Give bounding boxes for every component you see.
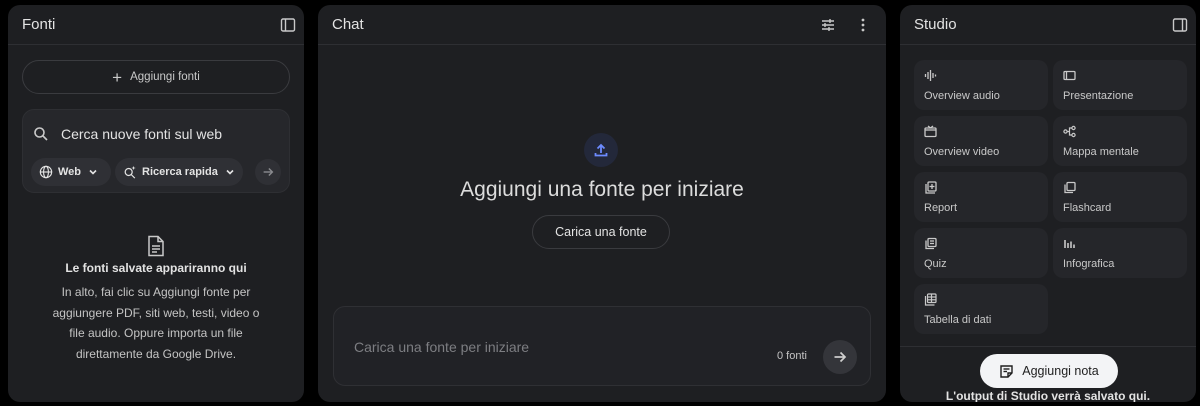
tile-label: Overview video	[924, 146, 1000, 158]
web-source-dropdown[interactable]: Web	[31, 158, 111, 186]
chat-title: Chat	[332, 16, 364, 33]
tile-label: Quiz	[924, 258, 947, 270]
upload-indicator	[584, 133, 618, 167]
chat-more-button[interactable]	[851, 13, 875, 37]
note-icon	[1000, 364, 1013, 378]
sources-title: Fonti	[22, 16, 56, 33]
add-sources-label: Aggiungi fonti	[130, 71, 200, 83]
document-icon	[148, 235, 164, 257]
tile-label: Flashcard	[1063, 202, 1112, 214]
tile-label: Mappa mentale	[1063, 146, 1139, 158]
source-count: 0 fonti	[777, 350, 807, 362]
submit-search-button[interactable]	[255, 159, 281, 185]
sources-panel: Fonti + Aggiungi fonti Web	[8, 5, 304, 402]
chat-input[interactable]	[354, 335, 734, 359]
infographic-icon	[1064, 240, 1075, 248]
data-table-icon	[924, 293, 937, 306]
slides-icon	[1063, 70, 1076, 81]
web-search-input[interactable]	[61, 120, 281, 148]
studio-title: Studio	[914, 16, 957, 33]
more-vert-icon	[861, 18, 865, 32]
empty-sources-description: In alto, fai clic su Aggiungi fonte per …	[52, 285, 260, 361]
quiz-icon	[925, 237, 937, 250]
rapid-chip-label: Ricerca rapida	[142, 166, 218, 178]
tile-label: Report	[924, 202, 958, 214]
tile-label: Presentazione	[1063, 90, 1134, 102]
chevron-down-icon	[226, 169, 234, 175]
flashcard-icon	[1064, 181, 1076, 194]
add-note-label: Aggiungi nota	[1022, 364, 1099, 378]
globe-icon	[39, 165, 53, 179]
studio-divider	[900, 346, 1196, 347]
video-icon	[924, 125, 937, 138]
search-icon	[34, 127, 48, 141]
tune-icon	[822, 19, 834, 31]
arrow-right-icon	[263, 168, 274, 176]
studio-output-note: L'output di Studio verrà salvato qui.	[945, 389, 1151, 402]
report-icon	[925, 181, 937, 194]
tile-report[interactable]: Report	[914, 172, 1048, 222]
search-mode-dropdown[interactable]: Ricerca rapida	[115, 158, 243, 186]
chat-header: Chat	[318, 5, 886, 45]
tile-overview-video[interactable]: Overview video	[914, 116, 1048, 166]
web-chip-label: Web	[58, 166, 82, 178]
chat-empty-heading: Aggiungi una fonte per iniziare	[460, 178, 744, 201]
tile-flashcard[interactable]: Flashcard	[1053, 172, 1187, 222]
upload-source-button[interactable]: Carica una fonte	[532, 215, 670, 249]
tile-infografica[interactable]: Infografica	[1053, 228, 1187, 278]
tile-quiz[interactable]: Quiz	[914, 228, 1048, 278]
sidebar-panel-icon	[1172, 18, 1188, 32]
chat-settings-button[interactable]	[816, 13, 840, 37]
chevron-down-icon	[89, 169, 97, 175]
audio-wave-icon	[924, 70, 937, 81]
sparkle-search-icon	[124, 165, 136, 179]
notebook-app: Fonti + Aggiungi fonti Web	[0, 0, 1200, 406]
collapse-studio-button[interactable]	[1168, 13, 1192, 37]
tile-label: Overview audio	[924, 90, 1000, 102]
mind-map-icon	[1063, 125, 1076, 138]
studio-panel: Studio Overview audio Presentazione Over…	[900, 5, 1196, 402]
collapse-sources-button[interactable]	[276, 13, 300, 37]
tile-presentazione[interactable]: Presentazione	[1053, 60, 1187, 110]
arrow-right-icon	[834, 351, 847, 363]
tile-overview-audio[interactable]: Overview audio	[914, 60, 1048, 110]
tile-mappa-mentale[interactable]: Mappa mentale	[1053, 116, 1187, 166]
send-button[interactable]	[823, 340, 857, 374]
plus-icon: +	[112, 67, 123, 87]
add-sources-button[interactable]: + Aggiungi fonti	[22, 60, 290, 94]
tile-label: Tabella di dati	[924, 314, 992, 326]
sidebar-panel-icon	[280, 18, 296, 32]
web-search-box: Web Ricerca rapida	[22, 109, 290, 193]
chat-panel: Chat Aggiungi una fonte per iniziare Car…	[318, 5, 886, 402]
tile-label: Infografica	[1063, 258, 1115, 270]
studio-header: Studio	[900, 5, 1196, 45]
empty-sources-title: Le fonti salvate appariranno qui	[65, 261, 247, 275]
sources-header: Fonti	[8, 5, 304, 45]
add-note-button[interactable]: Aggiungi nota	[980, 354, 1118, 388]
tile-tabella-di-dati[interactable]: Tabella di dati	[914, 284, 1048, 334]
upload-icon	[594, 143, 608, 157]
chat-composer: 0 fonti	[333, 306, 871, 386]
